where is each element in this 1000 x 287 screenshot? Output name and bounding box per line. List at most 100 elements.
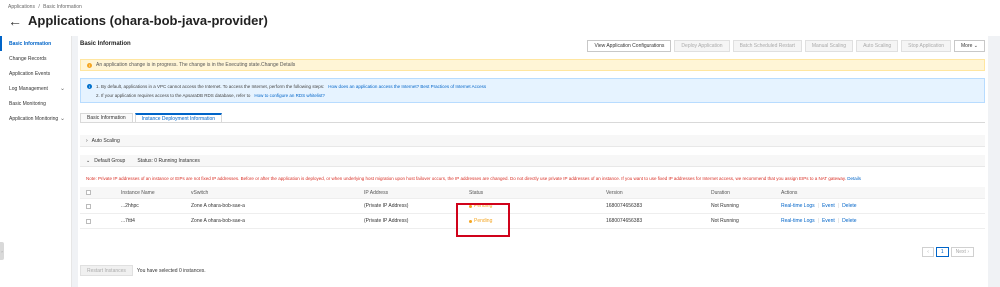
deploy-application-button[interactable]: Deploy Application [674, 40, 730, 52]
auto-scaling-label: Auto Scaling [91, 137, 120, 144]
info-notice: i 1. By default, applications in a VPC c… [80, 78, 985, 103]
breadcrumb-applications[interactable]: Applications [8, 4, 35, 10]
auto-scaling-button[interactable]: Auto Scaling [856, 40, 899, 52]
page-title: Applications (ohara-bob-java-provider) [28, 13, 268, 28]
restart-instances-button[interactable]: Restart Instances [80, 265, 133, 276]
main-content: Basic Information View Application Confi… [78, 36, 988, 287]
internet-access-link[interactable]: How does an application access the Inter… [328, 84, 486, 89]
sidebar-item-label: Basic Information [9, 40, 52, 47]
toolbar: View Application Configurations Deploy A… [587, 40, 985, 52]
row-checkbox[interactable] [86, 218, 91, 224]
ip-note: Note: Private IP addresses of an instanc… [86, 176, 861, 181]
delete-link[interactable]: Delete [842, 203, 856, 209]
note-text: Note: Private IP addresses of an instanc… [86, 176, 847, 181]
action-separator: | [817, 218, 819, 224]
breadcrumb-separator: / [38, 4, 40, 10]
prev-page-button[interactable]: ‹ [922, 247, 934, 257]
sidebar-item-label: Application Monitoring [9, 115, 59, 122]
select-all-checkbox[interactable] [86, 190, 91, 195]
next-label: Next [955, 249, 966, 255]
action-separator: | [837, 218, 840, 224]
version: 1680074656383 [606, 203, 643, 209]
col-instance-name: Instance Name [121, 189, 155, 196]
chevron-down-icon: ⌄ [973, 43, 978, 49]
row-checkbox[interactable] [86, 203, 91, 209]
info-line-1: 1. By default, applications in a VPC can… [96, 84, 325, 89]
vswitch: Zone A ohara-bob-sae-a [191, 203, 245, 209]
col-ip-address: IP Address [364, 189, 389, 196]
delete-link[interactable]: Delete [842, 218, 856, 224]
default-group-row[interactable]: ⌄ Default Group Status: 0 Running Instan… [80, 155, 985, 167]
sidebar-item-log-management[interactable]: Log Management ⌄ [0, 81, 71, 96]
sidebar: Basic Information Change Records Applica… [0, 36, 72, 287]
tab-basic-information[interactable]: Basic Information [80, 113, 133, 122]
col-duration: Duration [711, 189, 730, 196]
sidebar-collapse-handle[interactable]: › [0, 242, 4, 260]
col-version: Version [606, 189, 623, 196]
next-page-button[interactable]: Next › [950, 247, 974, 257]
auto-scaling-row[interactable]: › Auto Scaling [80, 135, 985, 147]
breadcrumb-current: Basic Information [43, 4, 82, 10]
info-icon: i [87, 84, 92, 89]
more-label: More [961, 43, 973, 49]
table-header: Instance Name vSwitch IP Address Status … [80, 187, 985, 199]
manual-scaling-button[interactable]: Manual Scaling [804, 40, 854, 52]
tab-instance-deployment[interactable]: Instance Deployment Information [134, 113, 223, 122]
sidebar-item-label: Log Management [9, 85, 48, 92]
sidebar-item-change-records[interactable]: Change Records [0, 51, 71, 66]
status-highlight-box [456, 203, 510, 237]
action-separator: | [837, 203, 840, 209]
stop-application-button[interactable]: Stop Application [901, 40, 951, 52]
batch-restart-button[interactable]: Batch Scheduled Restart [732, 40, 802, 52]
selection-count: You have selected 0 instances. [136, 267, 206, 274]
sidebar-item-label: Basic Monitoring [9, 100, 46, 107]
sidebar-item-label: Change Records [9, 55, 47, 62]
table-footer: Restart Instances You have selected 0 in… [80, 265, 206, 276]
row-actions: Real-time Logs | Event | Delete [777, 218, 857, 224]
duration: Not Running [711, 218, 739, 224]
page-header: Applications / Basic Information ← Appli… [0, 0, 1000, 36]
col-status: Status [469, 189, 484, 196]
chevron-down-icon: ⌄ [59, 116, 65, 122]
info-line-2: 2. If your application requires access t… [96, 93, 251, 98]
sidebar-item-application-monitoring[interactable]: Application Monitoring ⌄ [0, 111, 71, 126]
breadcrumb: Applications / Basic Information [8, 4, 84, 10]
table-row: ...2hhpc Zone A ohara-bob-sae-a (Private… [80, 199, 985, 214]
more-button[interactable]: More ⌄ [954, 40, 985, 52]
sidebar-item-basic-information[interactable]: Basic Information [0, 36, 71, 51]
alert-text: An application change is in progress. Th… [96, 62, 296, 68]
instance-name: ...2hhpc [121, 203, 139, 209]
version: 1680074656383 [606, 218, 643, 224]
instance-name: ...7ttt4 [121, 218, 135, 224]
duration: Not Running [711, 203, 739, 209]
instance-table: Instance Name vSwitch IP Address Status … [80, 187, 985, 229]
warning-icon: ! [87, 62, 92, 68]
event-link[interactable]: Event [822, 203, 835, 209]
chevron-down-icon: ⌄ [86, 157, 91, 164]
pagination: ‹ 1 Next › [922, 247, 974, 257]
note-details-link[interactable]: Details [847, 176, 861, 181]
change-in-progress-alert: ! An application change is in progress. … [80, 59, 985, 71]
col-vswitch: vSwitch [191, 189, 209, 196]
realtime-logs-link[interactable]: Real-time Logs [781, 218, 815, 224]
section-title: Basic Information [80, 41, 131, 47]
chevron-down-icon: ⌄ [59, 86, 65, 92]
ip-address: (Private IP Address) [364, 218, 409, 224]
event-link[interactable]: Event [822, 218, 835, 224]
row-actions: Real-time Logs | Event | Delete [777, 203, 857, 209]
group-name: Default Group [94, 157, 126, 164]
sidebar-item-basic-monitoring[interactable]: Basic Monitoring [0, 96, 71, 111]
table-row: ...7ttt4 Zone A ohara-bob-sae-a (Private… [80, 214, 985, 229]
back-arrow-icon[interactable]: ← [8, 14, 22, 28]
realtime-logs-link[interactable]: Real-time Logs [781, 203, 815, 209]
ip-address: (Private IP Address) [364, 203, 409, 209]
page-number[interactable]: 1 [935, 247, 949, 257]
sidebar-item-label: Application Events [9, 70, 51, 77]
view-configurations-button[interactable]: View Application Configurations [587, 40, 672, 52]
action-separator: | [817, 203, 819, 209]
rds-whitelist-link[interactable]: How to configure an RDS whitelist? [254, 93, 325, 98]
col-actions: Actions [781, 189, 798, 196]
sidebar-item-application-events[interactable]: Application Events [0, 66, 71, 81]
vswitch: Zone A ohara-bob-sae-a [191, 218, 245, 224]
group-status: Status: 0 Running Instances [137, 157, 200, 164]
